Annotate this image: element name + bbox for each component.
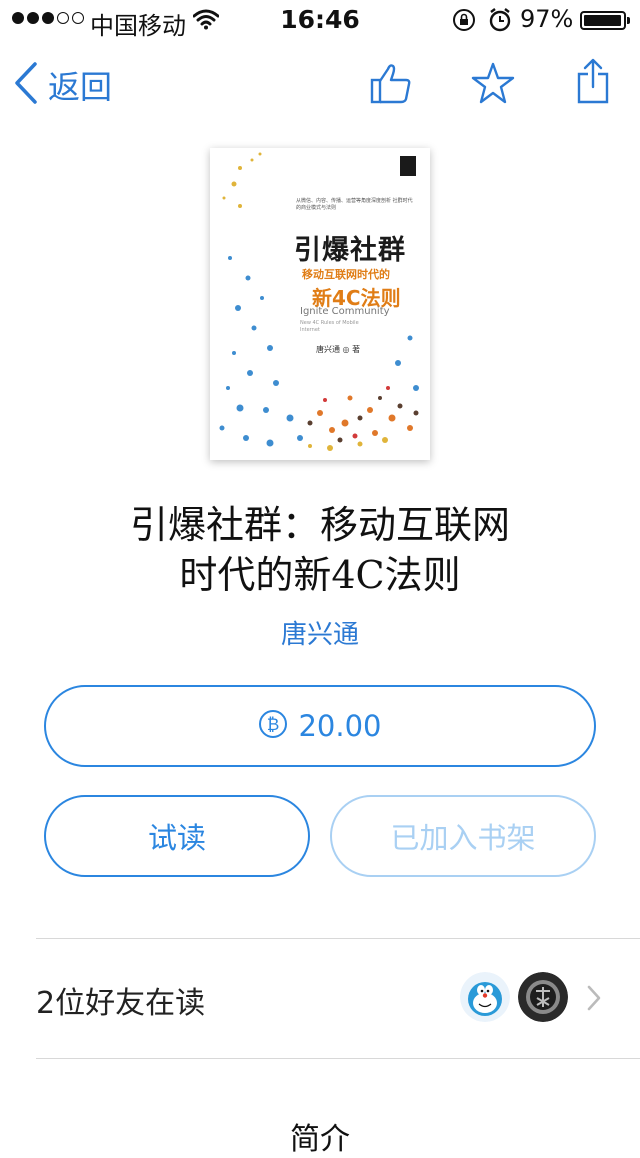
chevron-right-icon xyxy=(586,984,602,1016)
book-title-line-1: 引爆社群：移动互联网 xyxy=(129,503,510,547)
friend-avatar-1 xyxy=(460,972,510,1022)
added-to-shelf-button[interactable]: 已加入书架 xyxy=(330,795,596,877)
divider xyxy=(36,938,640,939)
battery-percent: 97% xyxy=(520,5,574,33)
divider xyxy=(36,1058,640,1059)
friends-reading-label: 2位好友在读 xyxy=(36,986,206,1021)
intro-section-title: 简介 xyxy=(290,1122,350,1157)
trial-read-button[interactable]: 试读 xyxy=(44,795,310,877)
share-icon[interactable] xyxy=(576,58,610,108)
friend-avatar-2 xyxy=(518,972,568,1022)
cover-subtitle-1: 移动互联网时代的 xyxy=(302,268,390,281)
buy-button[interactable]: ₿ 20.00 xyxy=(44,685,596,767)
cover-english-title: Ignite Community xyxy=(300,306,390,317)
price-value: 20.00 xyxy=(298,709,382,743)
cover-title: 引爆社群 xyxy=(294,235,406,266)
star-icon[interactable] xyxy=(471,62,515,108)
book-title-line-2: 时代的新4C法则 xyxy=(179,553,461,597)
friends-reading-row[interactable]: 2位好友在读 xyxy=(0,940,640,1058)
cover-tagline: 从微信、内容、传播、运营等角度深度剖析 社群时代的商业模式与法则 xyxy=(296,198,413,211)
book-cover[interactable]: 从微信、内容、传播、运营等角度深度剖析 社群时代的商业模式与法则 引爆社群 移动… xyxy=(210,148,430,460)
status-bar: 中国移动 16:46 97% xyxy=(0,0,640,40)
cover-english-subtitle: New 4C Rules of Mobile Internet xyxy=(300,320,359,333)
thumbs-up-icon[interactable] xyxy=(370,62,412,108)
book-author-link[interactable]: 唐兴通 xyxy=(0,614,640,651)
book-title: 引爆社群：移动互联网 时代的新4C法则 xyxy=(0,500,640,600)
alarm-icon xyxy=(488,7,512,37)
publisher-logo xyxy=(400,156,416,176)
rotation-lock-icon xyxy=(452,8,476,36)
bitcoin-coin-icon: ₿ xyxy=(258,709,288,743)
back-button[interactable]: 返回 xyxy=(14,62,112,108)
svg-text:₿: ₿ xyxy=(267,715,280,735)
back-label: 返回 xyxy=(48,68,113,106)
cover-author: 唐兴通 ◎ 著 xyxy=(316,345,361,354)
battery-icon xyxy=(580,11,630,30)
chevron-left-icon xyxy=(14,62,38,108)
